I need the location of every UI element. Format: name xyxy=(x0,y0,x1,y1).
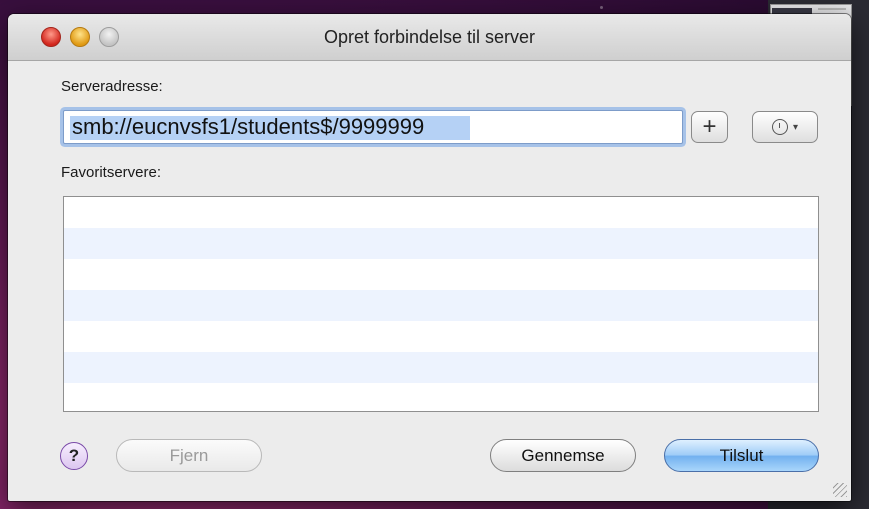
clock-icon xyxy=(771,119,788,135)
add-favorite-button[interactable]: + xyxy=(691,111,728,143)
list-row[interactable] xyxy=(64,290,818,321)
connect-button[interactable]: Tilslut xyxy=(664,439,819,472)
browse-button[interactable]: Gennemse xyxy=(490,439,636,472)
server-address-label: Serveradresse: xyxy=(61,78,163,95)
help-button[interactable]: ? xyxy=(60,442,88,470)
list-row[interactable] xyxy=(64,197,818,228)
favorite-servers-list[interactable] xyxy=(63,196,819,412)
remove-button[interactable]: Fjern xyxy=(116,439,262,472)
connect-button-label: Tilslut xyxy=(719,445,764,465)
resize-grip[interactable] xyxy=(833,483,847,497)
title-bar[interactable]: Opret forbindelse til server xyxy=(8,14,851,61)
question-mark-icon: ? xyxy=(68,446,80,465)
window-title: Opret forbindelse til server xyxy=(323,27,536,47)
list-row[interactable] xyxy=(64,228,818,259)
remove-button-label: Fjern xyxy=(169,445,209,465)
list-row[interactable] xyxy=(64,383,818,411)
server-address-field[interactable] xyxy=(63,110,683,144)
chevron-down-icon: ▾ xyxy=(792,121,799,133)
plus-icon: + xyxy=(702,113,717,140)
desktop-sparkle xyxy=(600,6,603,9)
recent-servers-button[interactable]: ▾ xyxy=(752,111,818,143)
list-row[interactable] xyxy=(64,352,818,383)
list-row[interactable] xyxy=(64,259,818,290)
server-address-input[interactable] xyxy=(64,111,682,143)
favorite-servers-label: Favoritservere: xyxy=(61,164,162,181)
connect-to-server-dialog: Opret forbindelse til server Serveradres… xyxy=(8,14,851,501)
browse-button-label: Gennemse xyxy=(521,445,605,465)
list-row[interactable] xyxy=(64,321,818,352)
